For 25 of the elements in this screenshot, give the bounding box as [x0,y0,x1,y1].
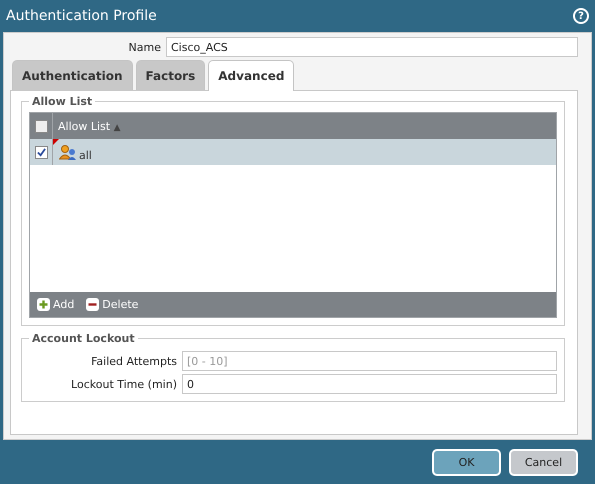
delete-button[interactable]: Delete [84,298,140,311]
checkbox[interactable] [34,120,48,132]
input-field[interactable]: [0 - 10] [182,351,557,371]
tab[interactable]: Authentication [12,60,132,90]
tab[interactable]: Advanced [208,60,294,91]
column-header[interactable]: Allow List ▲ [53,120,121,132]
help-icon[interactable]: ? [573,8,589,24]
tab[interactable]: Factors [136,60,206,90]
ok-button[interactable]: OK [432,448,501,476]
section-legend: Account Lockout [29,332,138,345]
add-button[interactable]: Add [35,298,76,311]
table-row[interactable]: all [30,139,556,165]
input-field[interactable]: 0 [182,374,557,394]
name-label: Name [128,40,161,54]
users-icon [59,144,77,160]
minus-icon [86,298,100,311]
checkbox[interactable] [34,146,48,158]
section-legend: Allow List [29,95,96,108]
field-label: Lockout Time (min) [70,378,177,390]
cancel-button[interactable]: Cancel [509,448,578,476]
plus-icon [37,298,50,311]
name-field[interactable]: Cisco_ACS [166,37,578,57]
field-label: Failed Attempts [90,354,177,368]
table-cell: all [79,148,92,162]
window-title: Authentication Profile [6,8,157,24]
